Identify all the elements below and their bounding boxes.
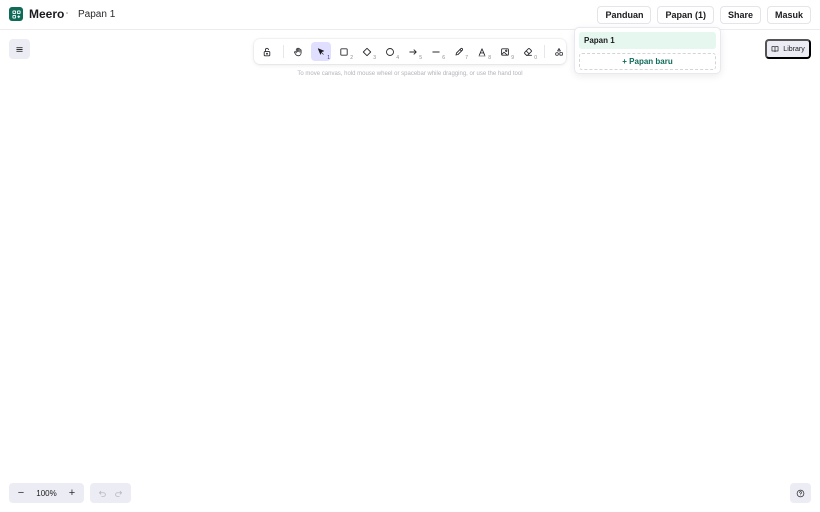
- tool-shortcut: 6: [442, 55, 445, 61]
- tool-shortcut: 4: [396, 55, 399, 61]
- boards-button[interactable]: Papan (1): [657, 6, 714, 24]
- hand-icon: [294, 47, 302, 56]
- toolbar-divider: [283, 45, 284, 58]
- boards-dropdown: Papan 1 + Papan baru: [574, 27, 721, 74]
- help-icon: [796, 489, 805, 497]
- tool-diamond[interactable]: 3: [357, 42, 377, 61]
- header-actions: Panduan Papan (1) Share Masuk: [597, 6, 811, 24]
- board-item-papan-1[interactable]: Papan 1: [579, 32, 716, 49]
- rectangle-icon: [340, 47, 348, 56]
- brand-name: Meero: [29, 7, 65, 21]
- shapes-toolbar: 1 2 3 4 5 6 7 8 9 0: [254, 39, 566, 64]
- tool-eraser[interactable]: 0: [518, 42, 538, 61]
- tool-draw[interactable]: 7: [449, 42, 469, 61]
- tool-shortcut: 1: [327, 55, 330, 61]
- ellipse-icon: [386, 47, 394, 56]
- eraser-icon: [524, 47, 532, 56]
- login-button[interactable]: Masuk: [766, 6, 811, 24]
- guide-button[interactable]: Panduan: [597, 6, 652, 24]
- zoom-controls: − 100% +: [9, 483, 84, 503]
- brand-logo-icon: [9, 7, 23, 21]
- tool-line[interactable]: 6: [426, 42, 446, 61]
- book-icon: [771, 46, 779, 53]
- tool-selection[interactable]: 1: [311, 42, 331, 61]
- tool-shortcut: 9: [511, 55, 514, 61]
- tool-shortcut: 0: [534, 55, 537, 61]
- image-icon: [501, 47, 509, 56]
- tool-shortcut: 8: [488, 55, 491, 61]
- diamond-icon: [362, 47, 372, 56]
- canvas-hint: To move canvas, hold mouse wheel or spac…: [297, 71, 523, 77]
- arrow-right-icon: [409, 48, 417, 55]
- tool-more[interactable]: [549, 42, 569, 61]
- line-icon: [432, 51, 440, 52]
- pointer-icon: [317, 47, 325, 55]
- text-icon: [478, 47, 486, 56]
- zoom-out-button[interactable]: −: [15, 487, 27, 499]
- tool-shortcut: 5: [419, 55, 422, 61]
- undo-icon[interactable]: [98, 489, 107, 498]
- history-controls: [90, 483, 131, 503]
- tool-text[interactable]: 8: [472, 42, 492, 61]
- tool-image[interactable]: 9: [495, 42, 515, 61]
- shapes-library-icon: [555, 47, 563, 56]
- library-button[interactable]: Library: [765, 39, 811, 59]
- board-title[interactable]: Papan 1: [78, 9, 115, 20]
- pencil-icon: [455, 47, 464, 55]
- new-board-button[interactable]: + Papan baru: [579, 53, 716, 70]
- hamburger-icon: [16, 46, 23, 52]
- redo-icon[interactable]: [114, 489, 123, 498]
- zoom-in-button[interactable]: +: [66, 487, 78, 499]
- tool-shortcut: 2: [350, 55, 353, 61]
- zoom-level[interactable]: 100%: [36, 489, 56, 498]
- library-label: Library: [783, 45, 805, 53]
- tool-lock[interactable]: [257, 42, 277, 61]
- share-button[interactable]: Share: [719, 6, 761, 24]
- toolbar-divider: [544, 45, 545, 58]
- help-button[interactable]: [790, 483, 811, 503]
- title-separator: [66, 12, 68, 14]
- tool-ellipse[interactable]: 4: [380, 42, 400, 61]
- brand[interactable]: Meero: [9, 7, 64, 21]
- top-bar: Meero Papan 1 Panduan Papan (1) Share Ma…: [0, 0, 820, 30]
- tool-arrow[interactable]: 5: [403, 42, 423, 61]
- tool-shortcut: 7: [465, 55, 468, 61]
- tool-rectangle[interactable]: 2: [334, 42, 354, 61]
- main-menu-button[interactable]: [9, 39, 30, 59]
- tool-shortcut: 3: [373, 55, 376, 61]
- tool-hand[interactable]: [288, 42, 308, 61]
- lock-open-icon: [263, 47, 271, 56]
